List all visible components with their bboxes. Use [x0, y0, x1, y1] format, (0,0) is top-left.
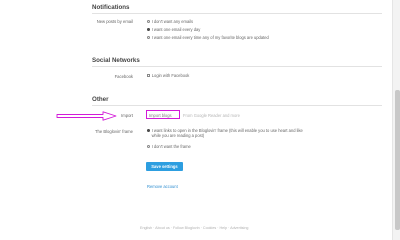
- bloglovin-frame-label: The Bloglovin' frame: [94, 128, 133, 134]
- remove-account-link[interactable]: Remove account: [147, 184, 178, 189]
- social-networks-divider: [92, 66, 382, 67]
- save-settings-button[interactable]: Save settings: [146, 162, 183, 171]
- scrollbar-thumb[interactable]: [394, 90, 400, 230]
- facebook-label: Facebook: [114, 73, 133, 79]
- email-option-daily[interactable]: I want one email every day: [147, 27, 200, 32]
- radio-icon[interactable]: [147, 19, 150, 23]
- email-option-none-label: I don't want any emails: [151, 18, 194, 24]
- import-hint-text: From Google Reader and more: [183, 113, 240, 118]
- radio-icon[interactable]: [147, 36, 150, 39]
- radio-checked-icon[interactable]: [147, 129, 150, 132]
- frame-option-disable[interactable]: I don't want the frame: [147, 144, 191, 149]
- radio-checked-icon[interactable]: [147, 28, 150, 31]
- new-posts-label: New posts by email: [96, 19, 133, 24]
- checkbox-icon[interactable]: [147, 73, 151, 78]
- frame-option-enable-label: I want links to open in the Bloglovin' f…: [151, 128, 303, 139]
- settings-page: Notifications New posts by email I don't…: [0, 0, 392, 240]
- arrow-right-icon: [56, 111, 117, 121]
- footer-links[interactable]: English · About us · Follow Bloglovin · …: [140, 226, 248, 230]
- email-option-every-update[interactable]: I want one email every time any of my fa…: [147, 35, 269, 40]
- import-label: Import: [121, 113, 133, 118]
- vertical-scrollbar[interactable]: [392, 0, 400, 240]
- facebook-login-label: Login with Facebook: [151, 73, 190, 78]
- frame-option-enable[interactable]: I want links to open in the Bloglovin' f…: [147, 128, 305, 139]
- facebook-login-option[interactable]: Login with Facebook: [147, 73, 189, 78]
- other-divider: [92, 105, 382, 106]
- radio-icon[interactable]: [147, 144, 150, 148]
- frame-option-disable-label: I don't want the frame: [151, 143, 191, 149]
- email-option-none[interactable]: I don't want any emails: [147, 19, 193, 24]
- email-option-every-update-label: I want one email every time any of my fa…: [151, 35, 269, 40]
- email-option-daily-label: I want one email every day: [151, 27, 201, 32]
- social-networks-heading: Social Networks: [92, 57, 140, 64]
- import-blogs-button[interactable]: Import blogs: [149, 113, 172, 118]
- notifications-divider: [92, 13, 382, 14]
- notifications-heading: Notifications: [92, 4, 130, 11]
- other-heading: Other: [92, 96, 109, 103]
